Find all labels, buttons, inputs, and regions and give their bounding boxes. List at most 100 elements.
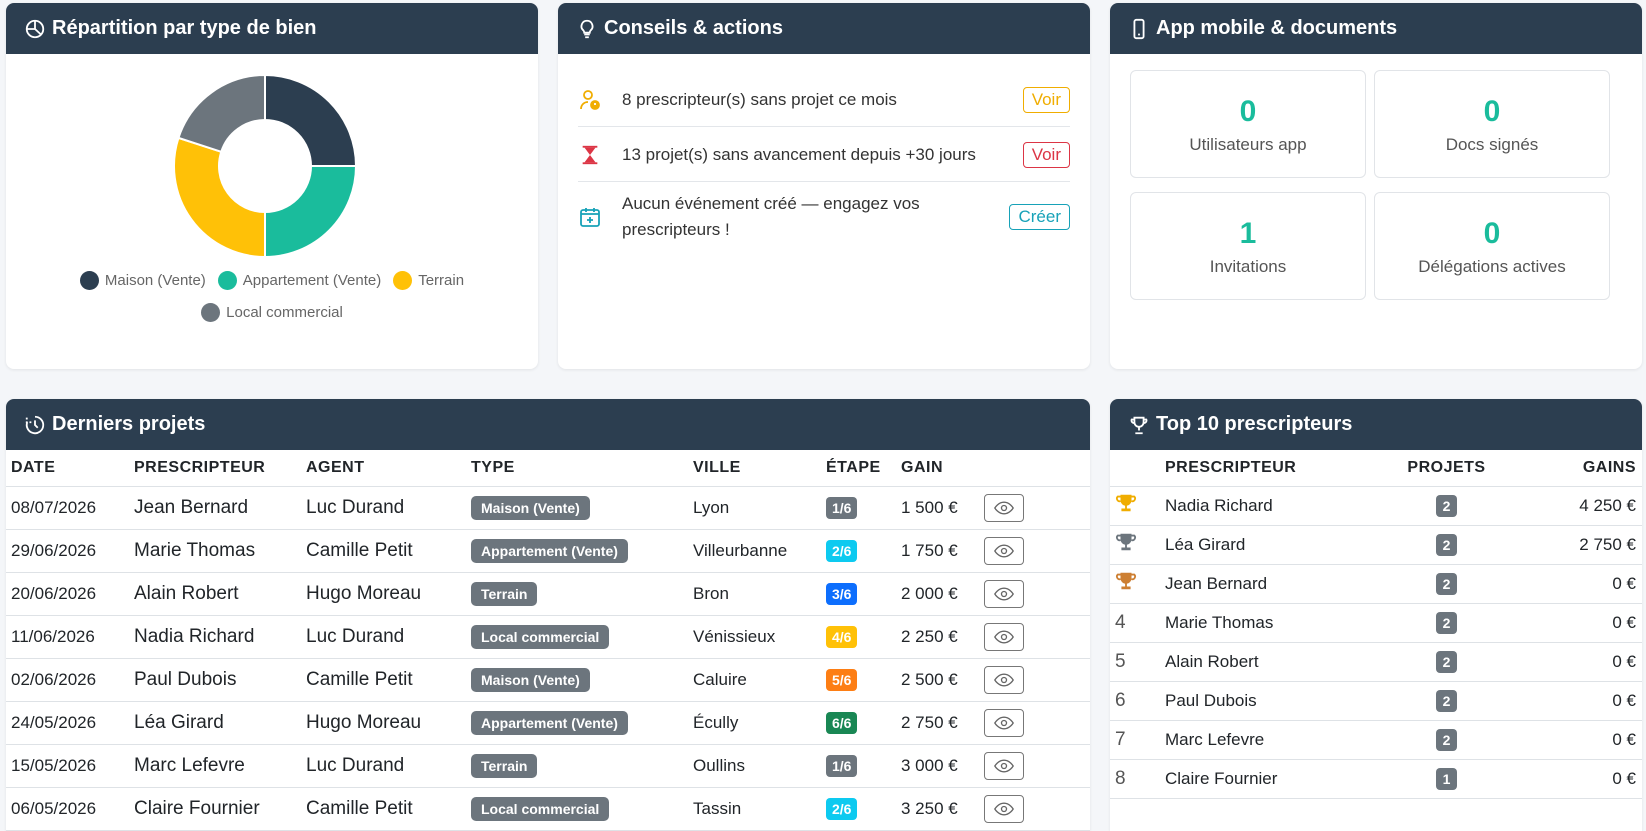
cell-type: Appartement (Vente): [466, 529, 688, 573]
cell-name: Nadia Richard: [1160, 486, 1376, 526]
legend-swatch: [393, 271, 413, 290]
cell-gains: 0 €: [1512, 759, 1642, 799]
cell-agent: Luc Durand: [301, 486, 466, 530]
view-stalled-projects-button[interactable]: Voir: [1022, 142, 1070, 168]
table-row: 06/05/2026 Claire Fournier Camille Petit Lo…: [6, 787, 1090, 831]
step-badge: 5/6: [826, 668, 858, 691]
view-project-button[interactable]: [984, 794, 1024, 823]
table-row: 24/05/2026 Léa Girard Hugo Moreau Apparteme…: [6, 701, 1090, 745]
property-type-title: Répartition par type de bien: [52, 17, 317, 39]
donut-slice-0[interactable]: [264, 75, 356, 167]
col-header-prescripteur[interactable]: PRESCRIPTEUR: [129, 450, 301, 487]
trophy-bronze-icon: [1116, 572, 1136, 589]
cell-date: 02/06/2026: [6, 658, 129, 702]
cell-actions: [979, 744, 1090, 788]
table-row: 15/05/2026 Marc Lefevre Luc Durand Terrain O…: [6, 744, 1090, 788]
legend-label: Maison (Vente): [104, 272, 206, 289]
view-project-button[interactable]: [984, 493, 1024, 522]
create-event-button[interactable]: Créer: [1009, 204, 1070, 230]
donut-slice-2[interactable]: [174, 136, 266, 257]
advice-text: 8 prescripteur(s) sans projet ce mois: [622, 90, 897, 109]
view-project-button[interactable]: [984, 536, 1024, 565]
table-row: Jean Bernard 2 0 €: [1110, 564, 1642, 604]
stat-active-delegations: 0 Délégations actives: [1374, 192, 1610, 300]
col-header-gain[interactable]: GAIN: [896, 450, 979, 487]
app-documents-header: App mobile & documents: [1110, 3, 1642, 54]
cell-gains: 0 €: [1512, 642, 1642, 682]
stat-signed-docs: 0 Docs signés: [1374, 70, 1610, 178]
eye-icon: [994, 801, 1014, 816]
cell-ville: Tassin: [688, 787, 821, 831]
cell-etape: 5/6: [821, 658, 896, 702]
trophy-icon: [1130, 416, 1148, 434]
mobile-phone-icon: [1133, 18, 1145, 39]
col-header-gains[interactable]: GAINS: [1512, 450, 1642, 487]
legend-label: Terrain: [418, 272, 465, 289]
cell-prescripteur: Marie Thomas: [129, 529, 301, 573]
cell-gain: 3 000 €: [896, 744, 979, 788]
cell-agent: Camille Petit: [301, 529, 466, 573]
legend-item[interactable]: Maison (Vente): [79, 271, 206, 290]
count-badge: 2: [1435, 533, 1458, 556]
stat-value: 1: [1239, 217, 1257, 250]
donut-legend: Maison (Vente) Appartement (Vente) Terrain: [6, 271, 538, 294]
cell-rank: [1110, 564, 1160, 604]
view-project-button[interactable]: [984, 665, 1024, 694]
cell-prescripteur: Léa Girard: [129, 701, 301, 745]
table-row: Nadia Richard 2 4 250 €: [1110, 486, 1642, 526]
cell-date: 11/06/2026: [6, 615, 129, 659]
count-badge: 2: [1435, 494, 1458, 517]
view-project-button[interactable]: [984, 622, 1024, 651]
view-project-button[interactable]: [984, 708, 1024, 737]
recent-projects-header: Derniers projets: [6, 399, 1090, 450]
advice-header: Conseils & actions: [558, 3, 1090, 54]
cell-rank: [1110, 486, 1160, 526]
cell-actions: [979, 486, 1090, 530]
col-header-prescripteur[interactable]: PRESCRIPTEUR: [1160, 450, 1376, 487]
cell-gain: 2 000 €: [896, 572, 979, 616]
divider: [578, 181, 1070, 182]
table-row: 5 Alain Robert 2 0 €: [1110, 642, 1642, 682]
cell-gains: 0 €: [1512, 603, 1642, 643]
cell-gain: 1 500 €: [896, 486, 979, 530]
cell-gain: 2 750 €: [896, 701, 979, 745]
step-badge: 4/6: [826, 625, 858, 648]
cell-gain: 3 250 €: [896, 787, 979, 831]
table-row: 6 Paul Dubois 2 0 €: [1110, 681, 1642, 721]
stat-invitations: 1 Invitations: [1130, 192, 1366, 300]
cell-etape: 1/6: [821, 744, 896, 788]
cell-gain: 1 750 €: [896, 529, 979, 573]
col-header-type[interactable]: TYPE: [466, 450, 688, 487]
cell-projets: 2: [1376, 564, 1512, 604]
donut-slice-1[interactable]: [264, 165, 356, 257]
count-badge: 2: [1435, 650, 1458, 673]
count-badge: 2: [1435, 728, 1458, 751]
cell-ville: Vénissieux: [688, 615, 821, 659]
view-project-button[interactable]: [984, 579, 1024, 608]
col-header-agent[interactable]: AGENT: [301, 450, 466, 487]
col-header-date[interactable]: DATE: [6, 450, 129, 487]
view-inactive-prescribers-button[interactable]: Voir: [1022, 87, 1070, 113]
cell-etape: 4/6: [821, 615, 896, 659]
stat-app-users: 0 Utilisateurs app: [1130, 70, 1366, 178]
table-row: 29/06/2026 Marie Thomas Camille Petit Appar…: [6, 529, 1090, 573]
recent-projects-card: Derniers projets DATE PRESCRIPTEUR AGENT…: [6, 399, 1090, 831]
col-header-etape[interactable]: ÉTAPE: [821, 450, 896, 487]
donut-slice-3[interactable]: [177, 75, 266, 154]
type-badge: Appartement (Vente): [471, 710, 628, 735]
col-header-projets[interactable]: PROJETS: [1376, 450, 1512, 487]
cell-date: 29/06/2026: [6, 529, 129, 573]
col-header-actions: [979, 450, 1090, 487]
legend-item[interactable]: Appartement (Vente): [217, 271, 381, 290]
stat-label: Docs signés: [1445, 135, 1539, 154]
cell-agent: Luc Durand: [301, 744, 466, 788]
legend-item[interactable]: Local commercial: [201, 303, 343, 322]
top-prescribers-header: Top 10 prescripteurs: [1110, 399, 1642, 450]
col-header-ville[interactable]: VILLE: [688, 450, 821, 487]
legend-item[interactable]: Terrain: [393, 271, 464, 290]
view-project-button[interactable]: [984, 751, 1024, 780]
stat-label: Invitations: [1209, 257, 1287, 276]
type-badge: Terrain: [471, 581, 538, 606]
cell-date: 15/05/2026: [6, 744, 129, 788]
type-badge: Local commercial: [471, 624, 610, 649]
